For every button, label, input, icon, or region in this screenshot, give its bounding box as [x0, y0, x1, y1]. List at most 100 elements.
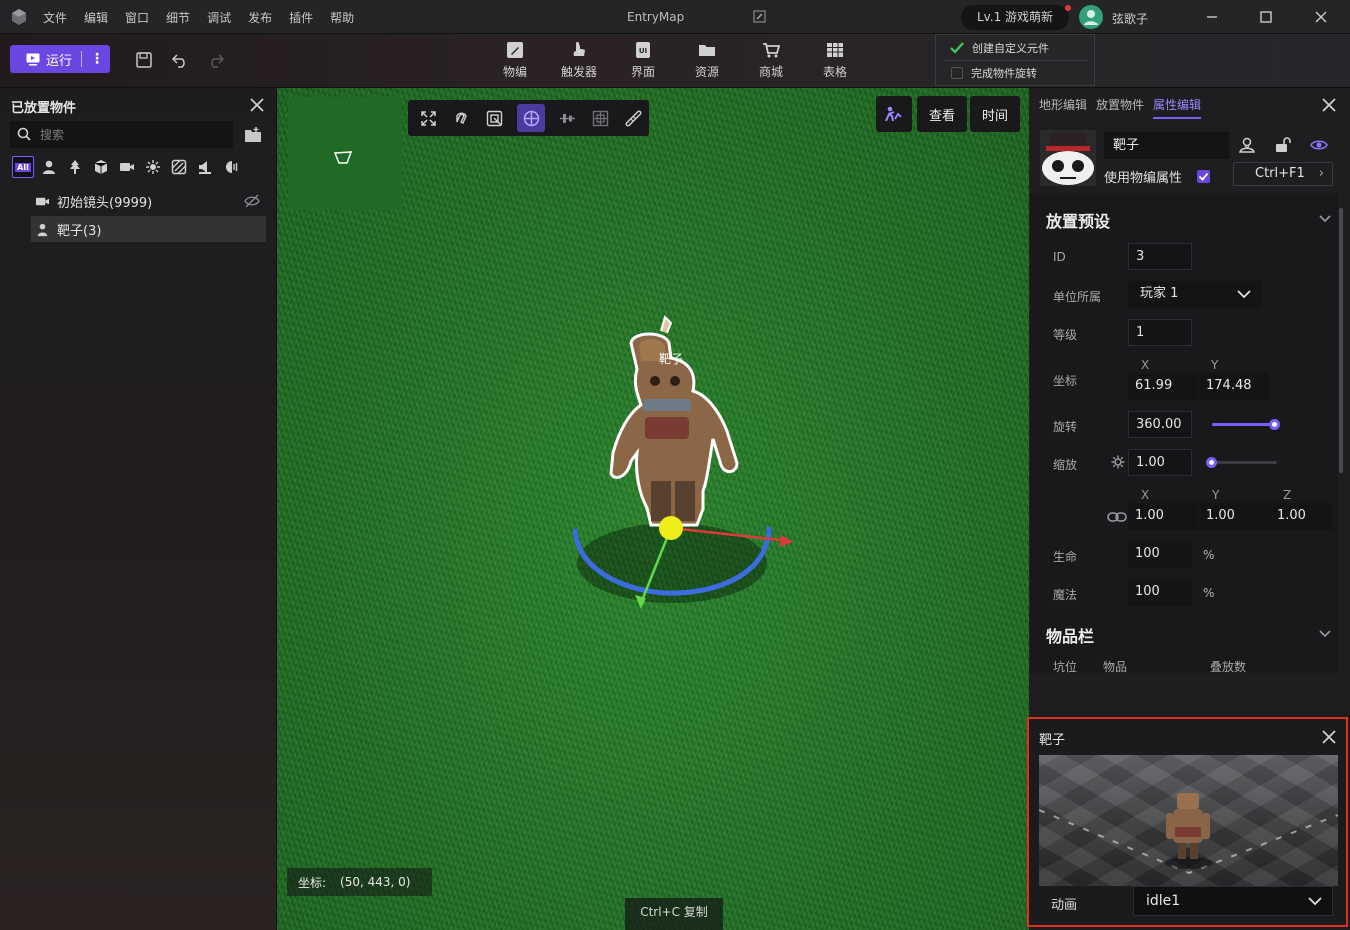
filter-all-label: All: [15, 162, 31, 172]
menu-help[interactable]: 帮助: [330, 9, 354, 26]
object-row-camera[interactable]: 初始镜头(9999): [31, 188, 266, 214]
local-space-icon: [486, 110, 503, 126]
unit-path-button[interactable]: [876, 96, 912, 132]
use-object-attributes-checkbox[interactable]: [1197, 170, 1210, 183]
filter-effect[interactable]: [220, 156, 242, 178]
gizmo-measure[interactable]: [623, 108, 644, 129]
scale-slider-knob[interactable]: [1206, 457, 1217, 468]
filter-light[interactable]: [142, 156, 164, 178]
menu-details[interactable]: 细节: [166, 9, 190, 26]
position-x-field[interactable]: 61.99: [1128, 373, 1198, 400]
eye-hidden-icon[interactable]: [244, 193, 260, 209]
link-icon[interactable]: [1107, 510, 1127, 524]
close-icon[interactable]: [249, 97, 265, 113]
redo-icon[interactable]: [207, 51, 225, 69]
gizmo-snap[interactable]: [451, 108, 472, 129]
rotation-field[interactable]: 360.00: [1128, 411, 1192, 438]
finish-rotation-label: 完成物件旋转: [971, 66, 1037, 80]
scrollbar[interactable]: [1339, 208, 1343, 473]
save-icon[interactable]: [135, 51, 153, 69]
id-field[interactable]: 3: [1128, 243, 1192, 270]
gizmo-local[interactable]: [484, 108, 505, 129]
menu-file[interactable]: 文件: [43, 9, 67, 26]
inventory-col-stack: 叠放数: [1210, 660, 1247, 674]
scale-x-field[interactable]: 1.00: [1128, 503, 1198, 530]
finish-rotation-checkbox[interactable]: [951, 66, 963, 79]
close-icon[interactable]: [1321, 97, 1337, 113]
filter-camera[interactable]: [116, 156, 138, 178]
minimap[interactable]: [288, 97, 402, 210]
finish-rotation-option[interactable]: 完成物件旋转: [936, 60, 1094, 85]
filter-all[interactable]: All: [12, 156, 34, 178]
unlock-icon[interactable]: [1274, 136, 1292, 154]
rotation-slider-knob[interactable]: [1269, 419, 1280, 430]
position-y-field[interactable]: 174.48: [1199, 373, 1269, 400]
tab-property-edit[interactable]: 属性编辑: [1153, 96, 1202, 119]
close-icon[interactable]: [1321, 729, 1337, 745]
hotkey-button[interactable]: Ctrl+F1 ›: [1233, 162, 1333, 186]
maximize-icon[interactable]: [1256, 7, 1276, 27]
edit-title-icon[interactable]: [753, 10, 766, 23]
filter-unit[interactable]: [38, 156, 60, 178]
tab-terrain-edit[interactable]: 地形编辑: [1039, 96, 1087, 119]
animation-select[interactable]: idle1: [1133, 886, 1333, 916]
tool-resources[interactable]: 资源: [682, 38, 732, 84]
chevron-down-icon[interactable]: [1318, 211, 1332, 225]
level-badge[interactable]: Lv.1 游戏萌新: [961, 5, 1069, 30]
level-field[interactable]: 1: [1128, 319, 1192, 346]
camera-icon: [35, 197, 50, 205]
gear-icon[interactable]: [1111, 455, 1125, 469]
avatar[interactable]: [1079, 5, 1103, 29]
close-window-icon[interactable]: [1311, 7, 1331, 27]
gizmo-fit[interactable]: [418, 108, 439, 129]
search-input[interactable]: [40, 125, 220, 144]
menu-publish[interactable]: 发布: [248, 9, 272, 26]
time-button[interactable]: 时间: [970, 96, 1020, 132]
scale-z-field[interactable]: 1.00: [1270, 503, 1332, 530]
visible-eye-icon[interactable]: [1310, 136, 1328, 154]
mp-field[interactable]: 100: [1128, 579, 1192, 606]
scale-slider[interactable]: [1206, 457, 1277, 468]
gizmo-move[interactable]: [517, 104, 545, 132]
filter-tree[interactable]: [64, 156, 86, 178]
gizmo-grid[interactable]: [590, 108, 611, 129]
gizmo-align[interactable]: [557, 108, 578, 129]
preview-stage[interactable]: [1039, 755, 1338, 886]
tool-shop[interactable]: 商城: [746, 38, 796, 84]
tool-object-edit[interactable]: 物编: [490, 38, 540, 84]
hp-field[interactable]: 100: [1128, 541, 1192, 568]
filter-sound[interactable]: [194, 156, 216, 178]
view-button[interactable]: 查看: [917, 96, 967, 132]
owner-select[interactable]: 玩家 1: [1128, 281, 1262, 308]
add-folder-icon[interactable]: [244, 126, 262, 143]
menu-debug[interactable]: 调试: [207, 9, 231, 26]
gizmo-center-handle[interactable]: [659, 516, 683, 540]
filter-item[interactable]: [90, 156, 112, 178]
user-name[interactable]: 弦歌子: [1112, 10, 1148, 27]
run-button[interactable]: 运行 ⋮: [10, 45, 110, 73]
app-logo-icon: [12, 9, 26, 25]
tool-trigger[interactable]: 触发器: [554, 38, 604, 84]
tab-place-objects[interactable]: 放置物件: [1096, 96, 1144, 119]
minimize-icon[interactable]: [1202, 7, 1222, 27]
rotation-slider[interactable]: [1212, 419, 1280, 430]
tool-table[interactable]: 表格: [810, 38, 860, 84]
owner-icon[interactable]: [1238, 136, 1256, 154]
menu-plugins[interactable]: 插件: [289, 9, 313, 26]
undo-icon[interactable]: [171, 51, 189, 69]
properties-scroll-area[interactable]: 放置预设 ID 3 单位所属 玩家 1 等级 1 X Y 坐标 61.99 17…: [1030, 193, 1338, 674]
object-name-field[interactable]: 靶子: [1104, 132, 1229, 159]
scale-field[interactable]: 1.00: [1128, 449, 1192, 476]
filter-region[interactable]: [168, 156, 190, 178]
shop-icon: [763, 43, 780, 58]
scene-viewport[interactable]: 查看 时间 靶子 坐标: (50, 443, 0) Ctrl+C 复制: [277, 88, 1029, 930]
object-row-target[interactable]: 靶子(3): [31, 216, 266, 242]
menu-edit[interactable]: 编辑: [84, 9, 108, 26]
chevron-down-icon[interactable]: [1318, 626, 1332, 640]
scale-y-field[interactable]: 1.00: [1199, 503, 1269, 530]
menu-window[interactable]: 窗口: [125, 9, 149, 26]
run-more-icon[interactable]: ⋮: [90, 51, 104, 67]
tool-ui[interactable]: UI 界面: [618, 38, 668, 84]
selected-unit-model[interactable]: 靶子: [547, 313, 807, 613]
create-custom-component-option[interactable]: 创建自定义元件: [936, 35, 1094, 60]
